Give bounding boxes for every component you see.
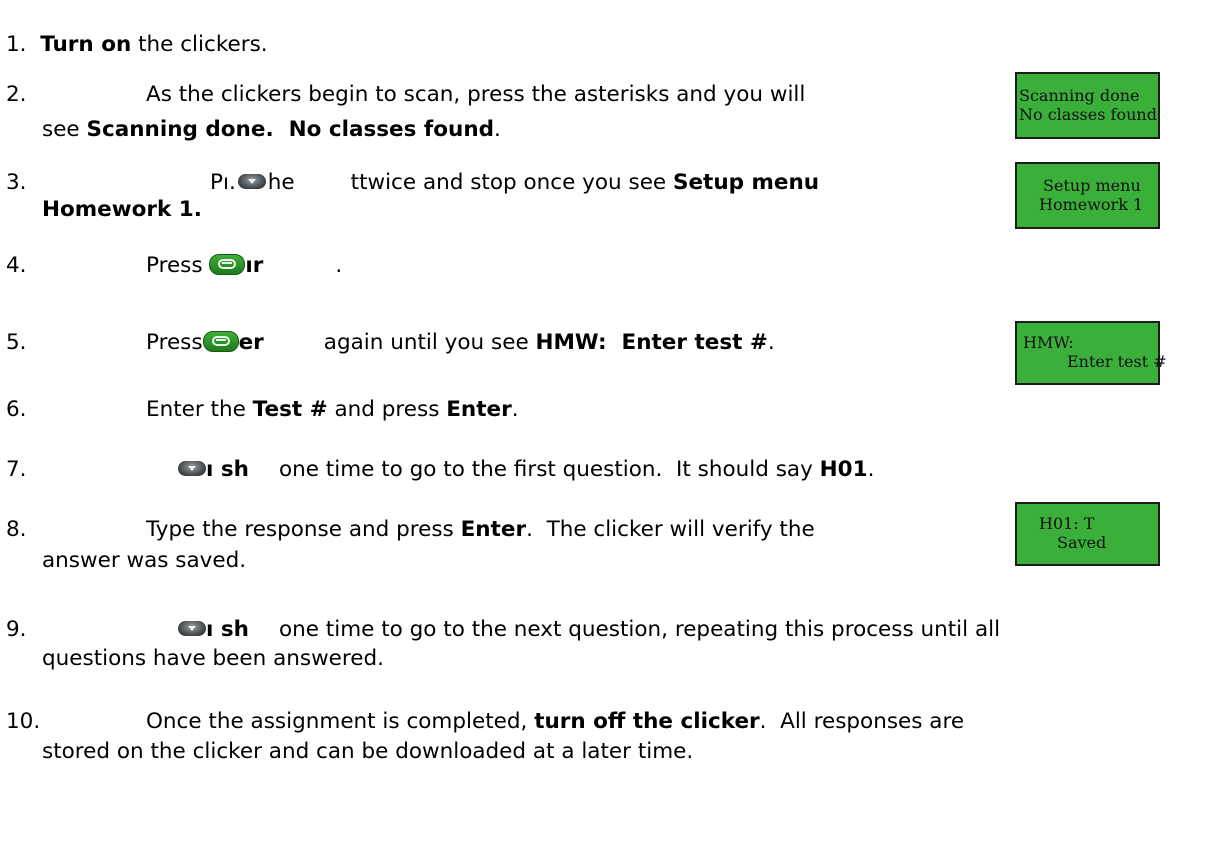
- step-4-number: 4.: [6, 253, 27, 278]
- lcd-screen-saved: H01: T Saved: [1015, 502, 1160, 566]
- step-bold: H01: [819, 457, 868, 482]
- step-bold: HMW: Enter test #: [535, 330, 768, 355]
- enter-arrow-icon: [202, 331, 239, 352]
- lcd-line: No classes found: [1019, 105, 1157, 124]
- step-3-number: 3.: [6, 170, 27, 195]
- step-2-line1: As the clickers begin to scan, press the…: [146, 82, 806, 107]
- lcd-line: Setup menu: [1043, 176, 1141, 195]
- step-text: .: [511, 397, 519, 422]
- step-6-number: 6.: [6, 397, 27, 422]
- lcd-screen-setup: Setup menu Homework 1: [1015, 162, 1160, 229]
- step-bold: turn off the clicker: [534, 709, 760, 734]
- step-text: the clickers.: [131, 32, 268, 57]
- lcd-line: Homework 1: [1039, 195, 1144, 214]
- step-text: . The clicker will verify the: [526, 517, 815, 542]
- step-10-number: 10.: [6, 709, 41, 734]
- lcd-line: Saved: [1057, 533, 1107, 552]
- step-2-number: 2.: [6, 82, 27, 107]
- step-text: ttwice and stop once you see: [350, 170, 673, 195]
- step-text: see: [42, 117, 87, 142]
- step-6-line: Enter the Test # and press Enter.: [146, 397, 519, 423]
- lcd-screen-scanning: Scanning done No classes found: [1015, 72, 1160, 139]
- step-bold: Homework 1.: [42, 197, 202, 222]
- step-text: one time to go to the first question. It…: [278, 457, 820, 482]
- lcd-line: H01: T: [1039, 514, 1095, 533]
- step-text: .: [867, 457, 875, 482]
- scroll-down-icon: [237, 174, 266, 189]
- step-text: Type the response and press: [146, 517, 461, 542]
- step-text: Pı.: [210, 170, 236, 195]
- scroll-down-icon: [178, 461, 206, 476]
- step-text: .: [494, 117, 501, 142]
- step-3-line1: Pı. he ttwice and stop once you see Setup …: [210, 170, 819, 196]
- step-8-line1: Type the response and press Enter. The c…: [146, 517, 815, 543]
- step-10-line2: stored on the clicker and can be downloa…: [42, 739, 694, 764]
- step-3-line2: Homework 1.: [42, 197, 202, 223]
- step-text: again until you see: [323, 330, 536, 355]
- step-bold: ı sh: [206, 457, 249, 482]
- step-text: and press: [327, 397, 447, 422]
- step-text: .: [767, 330, 775, 355]
- lcd-screen-hmw: HMW: Enter test #: [1015, 321, 1167, 385]
- enter-arrow-icon: [209, 254, 246, 275]
- step-8-number: 8.: [6, 517, 27, 542]
- step-text: he: [267, 170, 295, 195]
- step-bold: Enter: [460, 517, 527, 542]
- step-number: 1.: [6, 32, 27, 57]
- step-5-number: 5.: [6, 330, 27, 355]
- step-7-line: ı sh one time to go to the first question…: [178, 457, 874, 483]
- step-9-number: 9.: [6, 617, 27, 642]
- step-bold: ı sh: [206, 617, 249, 642]
- step-bold: Setup menu: [672, 170, 820, 195]
- step-text: . All responses are: [759, 709, 965, 734]
- step-8-line2: answer was saved.: [42, 548, 247, 573]
- step-text: Press: [146, 253, 210, 278]
- scroll-down-icon: [178, 621, 206, 636]
- step-bold: er: [238, 330, 264, 355]
- step-bold: Enter: [446, 397, 512, 422]
- step-1: 1. Turn on the clickers.: [6, 6, 268, 58]
- lcd-line: Scanning done: [1019, 86, 1140, 105]
- step-10-line1: Once the assignment is completed, turn o…: [146, 709, 964, 735]
- step-4-line: Press ır.: [146, 253, 342, 279]
- lcd-line: Enter test #: [1067, 352, 1167, 371]
- step-text: Press: [146, 330, 203, 355]
- lcd-line: HMW:: [1023, 333, 1074, 352]
- step-bold: ır: [245, 253, 264, 278]
- step-bold: Scanning done. No classes found: [86, 117, 495, 142]
- step-bold: Test #: [252, 397, 328, 422]
- step-7-number: 7.: [6, 457, 27, 482]
- step-2-line2: see Scanning done. No classes found.: [42, 117, 501, 143]
- step-5-line: Press er again until you see HMW: Enter te…: [146, 330, 775, 356]
- step-9-line1: ı sh one time to go to the next question,…: [178, 617, 1000, 643]
- step-text: one time to go to the next question, rep…: [278, 617, 1001, 642]
- step-9-line2: questions have been answered.: [42, 646, 384, 671]
- step-text: Once the assignment is completed,: [146, 709, 535, 734]
- step-bold: Turn on: [40, 32, 132, 57]
- step-text: Enter the: [146, 397, 253, 422]
- step-text: .: [335, 253, 343, 278]
